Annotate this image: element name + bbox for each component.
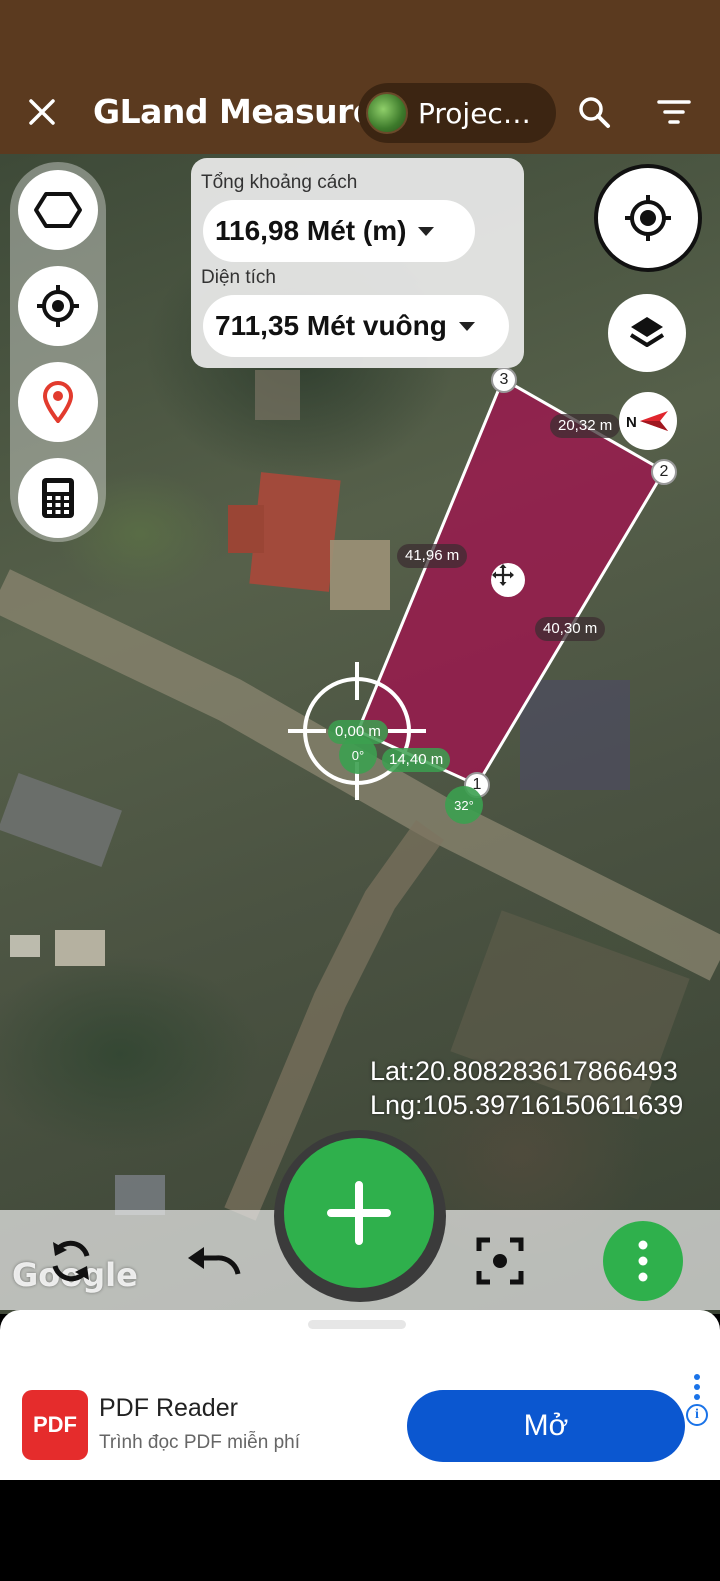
map-pin-icon bbox=[42, 381, 74, 423]
project-selector[interactable]: Project... bbox=[358, 83, 556, 143]
close-button[interactable] bbox=[20, 90, 64, 134]
more-vert-icon bbox=[638, 1240, 648, 1282]
distance-unit-dropdown[interactable]: 116,98 Mét (m) bbox=[203, 200, 475, 262]
left-toolbar bbox=[10, 162, 106, 542]
refresh-button[interactable] bbox=[43, 1233, 99, 1289]
compass-icon: N bbox=[626, 411, 668, 431]
distance-value: 116,98 Mét (m) bbox=[215, 215, 407, 246]
more-options-button[interactable] bbox=[603, 1221, 683, 1301]
locate-tool-button[interactable] bbox=[18, 266, 98, 346]
close-icon bbox=[29, 99, 55, 125]
move-polygon-handle[interactable] bbox=[491, 563, 525, 597]
plus-icon bbox=[327, 1181, 391, 1245]
measurement-card: Tổng khoảng cách 116,98 Mét (m) Diện tíc… bbox=[191, 158, 524, 368]
app-title: GLand Measure bbox=[93, 92, 375, 131]
chevron-down-icon bbox=[418, 226, 435, 236]
area-unit-dropdown[interactable]: 711,35 Mét vuông bbox=[203, 295, 509, 357]
crosshair-icon bbox=[37, 285, 79, 327]
filter-icon bbox=[657, 100, 691, 124]
my-location-button[interactable] bbox=[594, 164, 702, 272]
edge-label-3-1: 41,96 m bbox=[397, 544, 468, 568]
calculator-tool-button[interactable] bbox=[18, 458, 98, 538]
undo-button[interactable] bbox=[186, 1233, 242, 1289]
gps-target-icon bbox=[625, 195, 671, 241]
refresh-icon bbox=[52, 1240, 90, 1282]
latitude-readout: Lat:20.808283617866493 bbox=[370, 1056, 678, 1086]
edge-label-2-1: 40,30 m bbox=[535, 617, 606, 641]
app-bar: GLand Measure Project... bbox=[0, 72, 720, 154]
pin-tool-button[interactable] bbox=[18, 362, 98, 442]
add-point-button[interactable] bbox=[284, 1138, 434, 1288]
project-label: Project... bbox=[418, 96, 538, 130]
search-icon bbox=[579, 97, 610, 128]
compass-button[interactable]: N bbox=[619, 392, 677, 450]
ad-info-icon[interactable]: i bbox=[686, 1404, 708, 1426]
undo-icon bbox=[188, 1247, 241, 1275]
ad-title: PDF Reader bbox=[99, 1394, 238, 1422]
distance-label: Tổng khoảng cách bbox=[201, 172, 358, 193]
ad-open-button[interactable]: Mở bbox=[407, 1390, 685, 1462]
svg-text:N: N bbox=[626, 414, 637, 431]
focus-icon bbox=[476, 1237, 524, 1285]
status-bar bbox=[0, 0, 720, 72]
vertex-3[interactable]: 3 bbox=[491, 367, 517, 393]
layers-icon bbox=[629, 317, 665, 347]
move-icon bbox=[492, 564, 514, 586]
layers-button[interactable] bbox=[608, 294, 686, 372]
edge-label-1-cursor: 14,40 m bbox=[382, 748, 451, 772]
pdf-app-icon: PDF bbox=[22, 1390, 88, 1460]
longitude-readout: Lng:105.39716150611639 bbox=[370, 1090, 684, 1120]
ad-subtitle: Trình đọc PDF miễn phí bbox=[99, 1432, 300, 1453]
filter-button[interactable] bbox=[652, 90, 696, 134]
system-nav-bar bbox=[0, 1480, 720, 1581]
ad-banner[interactable]: PDF PDF Reader Trình đọc PDF miễn phí Mở… bbox=[0, 1370, 720, 1480]
area-value: 711,35 Mét vuông bbox=[215, 310, 447, 341]
project-avatar bbox=[366, 92, 408, 134]
vertex-2[interactable]: 2 bbox=[651, 459, 677, 485]
shape-tool-button[interactable] bbox=[18, 170, 98, 250]
focus-button[interactable] bbox=[472, 1233, 528, 1289]
cursor-angle-badge: 0° bbox=[339, 736, 377, 774]
ad-menu-icon[interactable] bbox=[694, 1374, 700, 1404]
area-label: Diện tích bbox=[201, 267, 276, 288]
vertex-1-angle-badge: 32° bbox=[445, 786, 483, 824]
calculator-icon bbox=[42, 478, 74, 518]
chevron-down-icon bbox=[458, 321, 475, 331]
hexagon-icon bbox=[34, 192, 82, 228]
edge-label-3-2: 20,32 m bbox=[550, 414, 621, 438]
search-button[interactable] bbox=[572, 90, 616, 134]
sheet-drag-handle[interactable] bbox=[308, 1320, 406, 1329]
